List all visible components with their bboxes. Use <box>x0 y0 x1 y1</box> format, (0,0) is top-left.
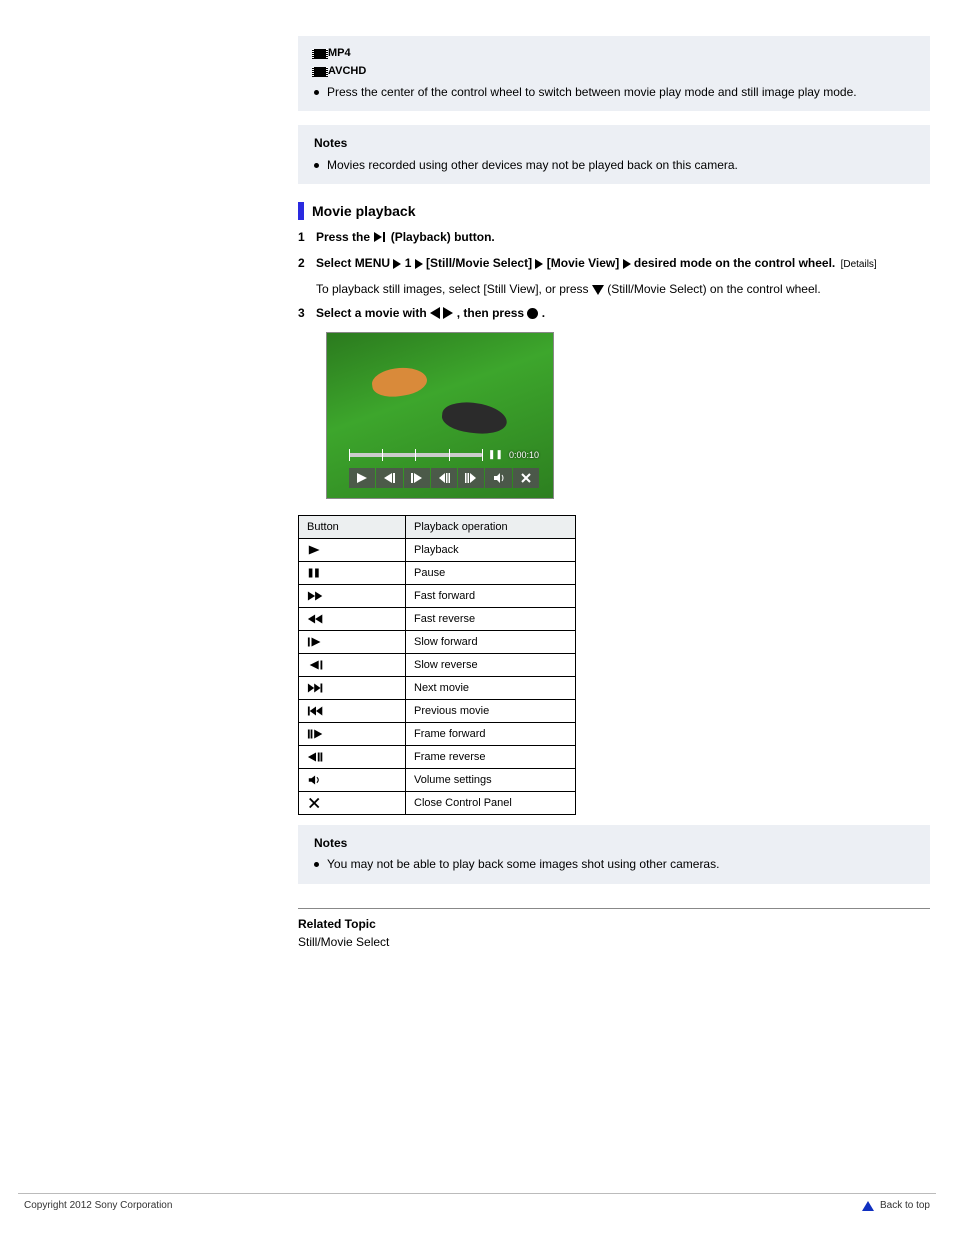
down-arrow-icon <box>592 285 604 295</box>
table-row: Fast reverse <box>299 608 576 631</box>
table-row: Previous movie <box>299 700 576 723</box>
notes-heading: Notes <box>314 835 914 852</box>
vol-icon <box>299 769 406 792</box>
avchd-icon: AVCHD <box>314 64 914 80</box>
operation-label: Frame forward <box>406 723 576 746</box>
table-row: Volume settings <box>299 769 576 792</box>
center-button-icon <box>527 308 538 319</box>
step-3: 3Select a movie with , then press . <box>298 304 930 322</box>
playback-screenshot: ❚❚ 0:00:10 <box>326 332 930 499</box>
operation-label: Volume settings <box>406 769 576 792</box>
bullet-icon <box>314 862 319 867</box>
operation-label: Playback <box>406 539 576 562</box>
step-1: 1Press the (Playback) button. <box>298 228 930 248</box>
play-btn[interactable] <box>349 468 375 488</box>
table-row: Next movie <box>299 677 576 700</box>
related-link[interactable]: Still/Movie Select <box>298 935 389 949</box>
copyright-text: Copyright 2012 Sony Corporation <box>24 1200 172 1211</box>
slowr-icon <box>299 654 406 677</box>
format-note-box: MP4 AVCHD Press the center of the contro… <box>298 36 930 111</box>
slow-fwd-btn[interactable] <box>458 468 484 488</box>
footer: Copyright 2012 Sony Corporation Back to … <box>18 1193 936 1211</box>
slowf-icon <box>299 631 406 654</box>
note-text: Movies recorded using other devices may … <box>327 157 738 174</box>
operation-label: Frame reverse <box>406 746 576 769</box>
volume-btn[interactable] <box>485 468 511 488</box>
notes-heading: Notes <box>314 135 914 152</box>
next-icon <box>299 677 406 700</box>
note-text: You may not be able to play back some im… <box>327 856 719 873</box>
back-to-top-link[interactable]: Back to top <box>862 1200 930 1211</box>
note-text: Press the center of the control wheel to… <box>327 84 857 101</box>
table-row: Fast forward <box>299 585 576 608</box>
related-heading: Related Topic <box>298 917 930 931</box>
play-icon <box>299 539 406 562</box>
section-heading: Movie playback <box>298 202 930 220</box>
pause-icon: ❚❚ <box>488 449 503 460</box>
pause-icon <box>299 562 406 585</box>
up-arrow-icon <box>862 1201 874 1211</box>
heading-accent <box>298 202 304 220</box>
operation-label: Pause <box>406 562 576 585</box>
ffwd-icon <box>299 585 406 608</box>
operation-label: Fast forward <box>406 585 576 608</box>
step-2-sub: To playback still images, select [Still … <box>316 280 930 298</box>
frev-icon <box>299 608 406 631</box>
operation-label: Slow reverse <box>406 654 576 677</box>
operation-label: Next movie <box>406 677 576 700</box>
operation-label: Previous movie <box>406 700 576 723</box>
operation-label: Fast reverse <box>406 608 576 631</box>
bullet-icon <box>314 163 319 168</box>
bullet-icon <box>314 90 319 95</box>
table-row: Close Control Panel <box>299 792 576 815</box>
controls-table: Button Playback operation PlaybackPauseF… <box>298 515 576 815</box>
table-row: Slow forward <box>299 631 576 654</box>
th-operation: Playback operation <box>406 516 576 539</box>
notes-box-1: Notes Movies recorded using other device… <box>298 125 930 184</box>
operation-label: Slow forward <box>406 631 576 654</box>
right-arrow-icon <box>443 307 453 319</box>
close-icon <box>299 792 406 815</box>
time-label: 0:00:10 <box>509 450 539 460</box>
prev-icon <box>299 700 406 723</box>
framer-icon <box>299 746 406 769</box>
frame-fwd-btn[interactable] <box>404 468 430 488</box>
table-row: Pause <box>299 562 576 585</box>
step-2: 2Select MENU 1 [Still/Movie Select] [Mov… <box>298 254 930 274</box>
section-title: Movie playback <box>312 203 416 219</box>
table-row: Frame reverse <box>299 746 576 769</box>
notes-box-2: Notes You may not be able to play back s… <box>298 825 930 884</box>
mp4-icon: MP4 <box>314 46 914 62</box>
details-link[interactable]: [Details] <box>841 259 877 270</box>
left-arrow-icon <box>430 307 440 319</box>
frame-rev-btn[interactable] <box>376 468 402 488</box>
table-row: Slow reverse <box>299 654 576 677</box>
th-button: Button <box>299 516 406 539</box>
control-bar <box>349 468 539 488</box>
close-btn[interactable] <box>513 468 539 488</box>
slow-rev-btn[interactable] <box>431 468 457 488</box>
playback-icon <box>373 230 387 248</box>
operation-label: Close Control Panel <box>406 792 576 815</box>
framef-icon <box>299 723 406 746</box>
table-row: Frame forward <box>299 723 576 746</box>
table-row: Playback <box>299 539 576 562</box>
